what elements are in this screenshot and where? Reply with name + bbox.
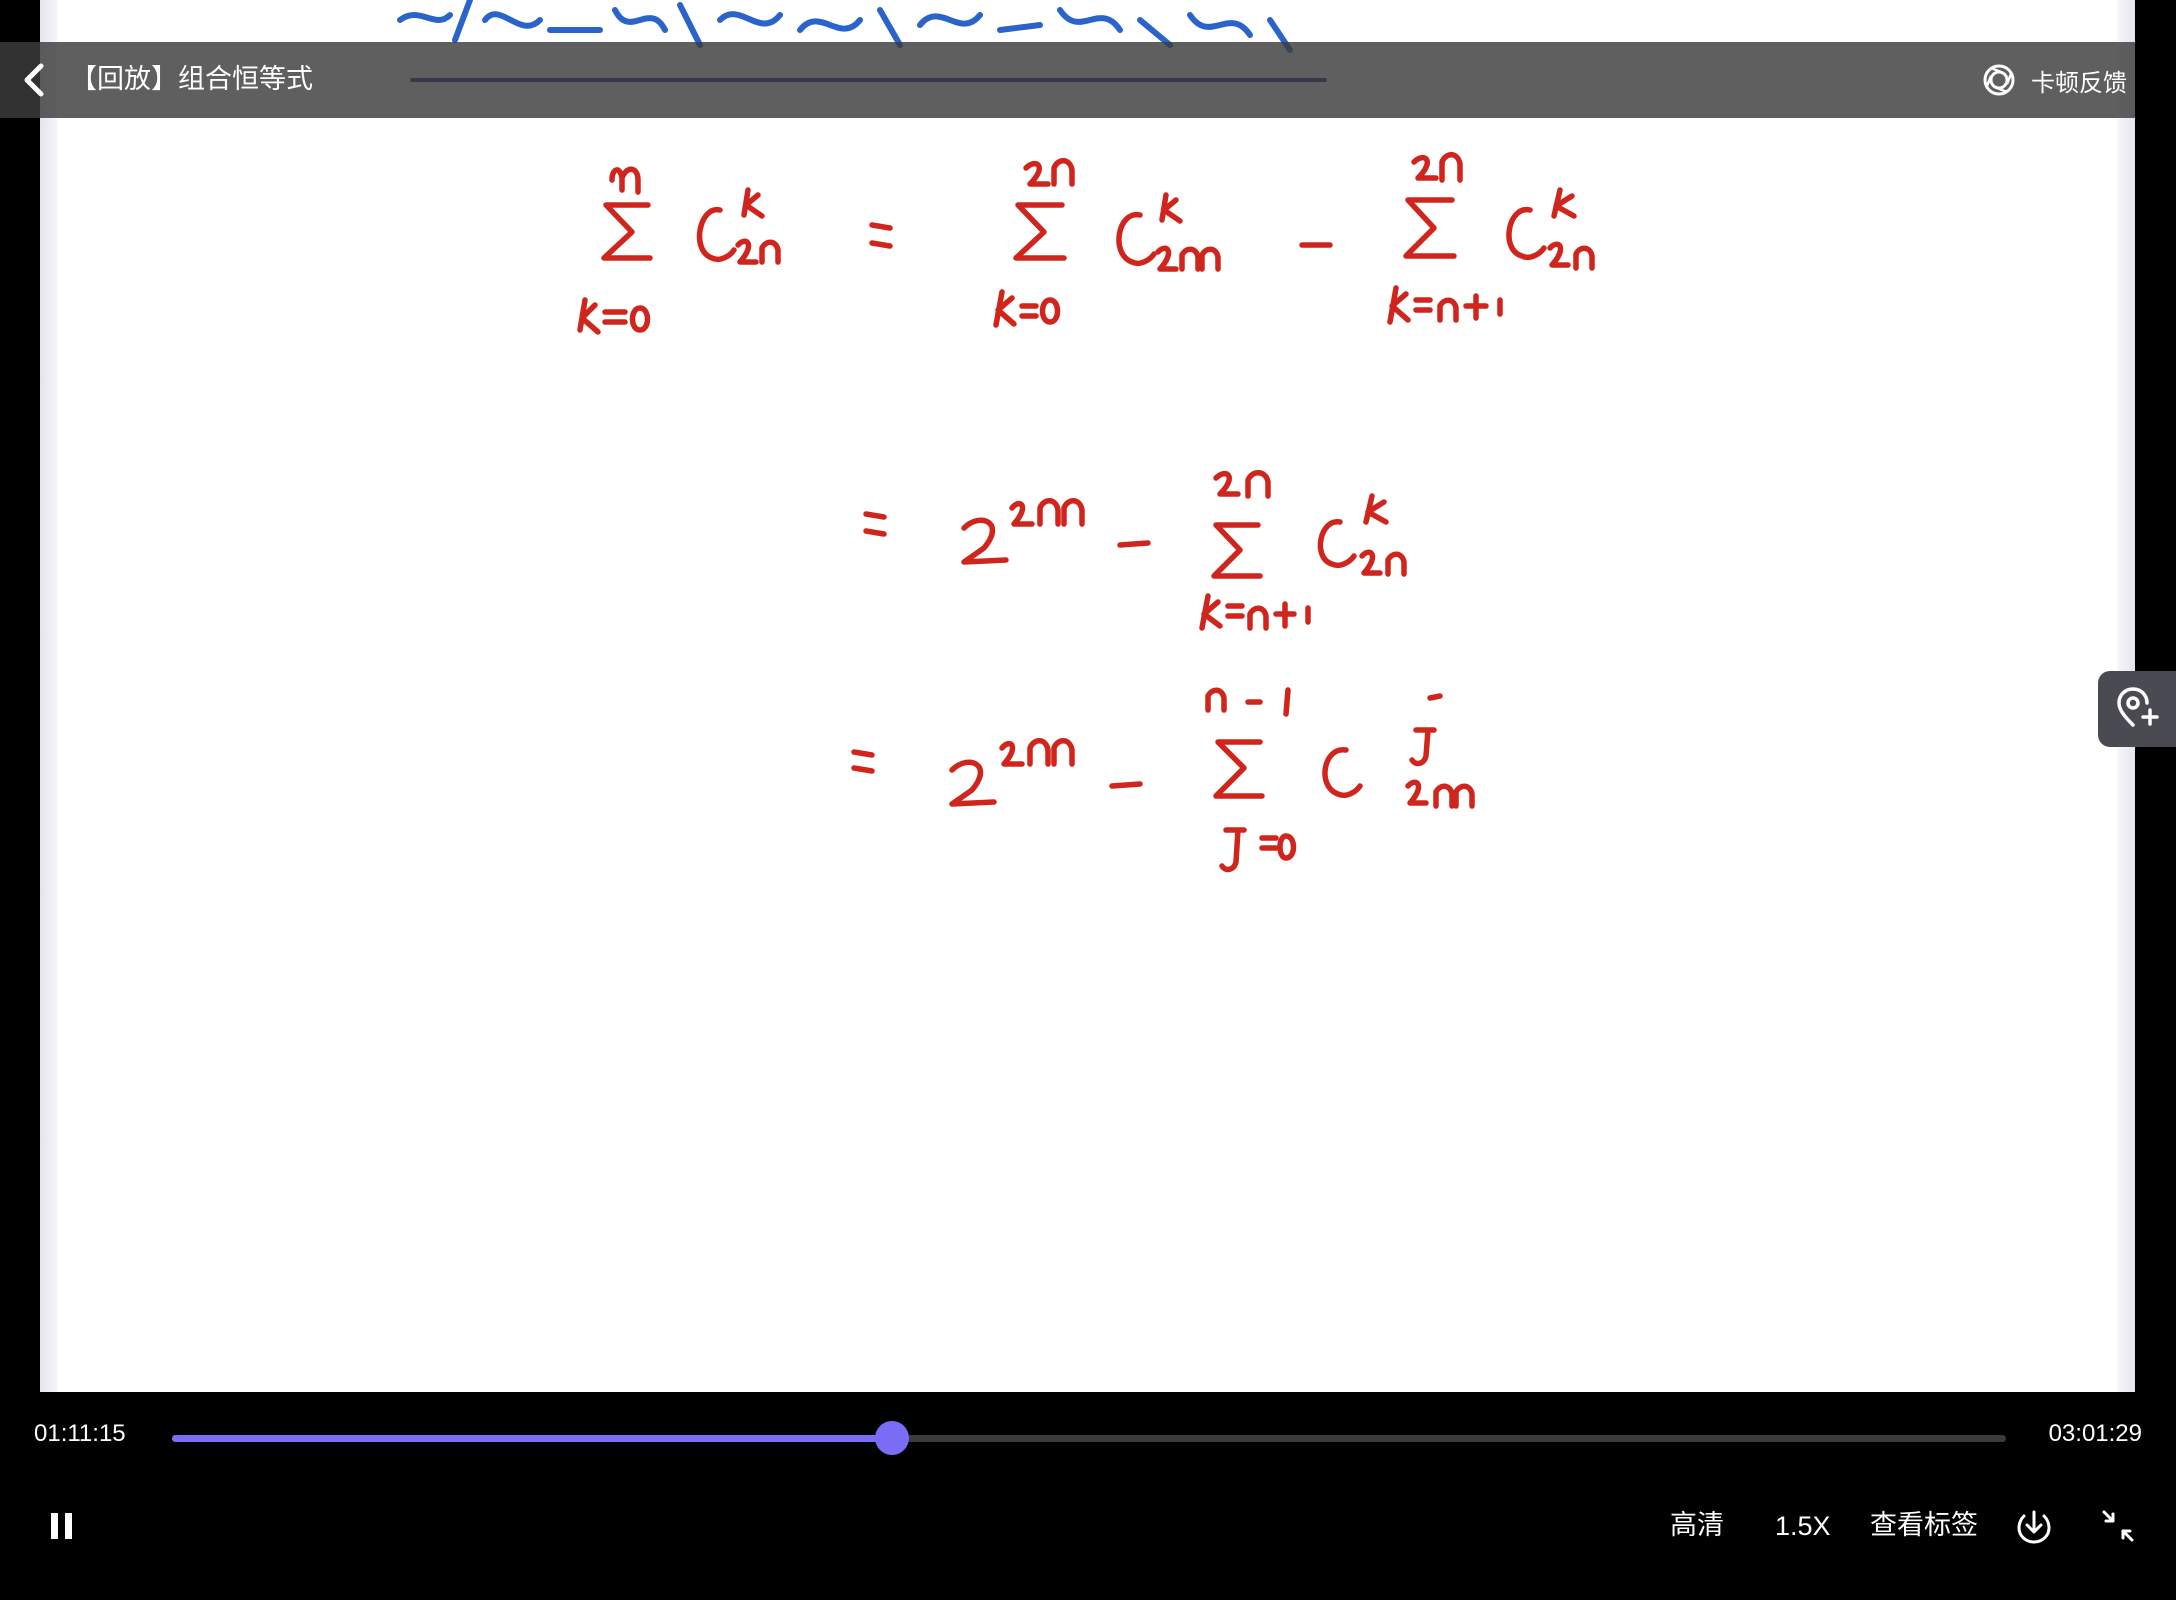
pause-icon bbox=[51, 1513, 72, 1539]
chevron-left-icon bbox=[24, 63, 44, 97]
pause-button[interactable] bbox=[44, 1504, 80, 1548]
controls-row: 高清 1.5X 查看标签 bbox=[0, 1486, 2176, 1566]
quality-button[interactable]: 高清 bbox=[1670, 1486, 1724, 1566]
progress-row: 01:11:15 03:01:29 bbox=[0, 1400, 2176, 1476]
equation-line-2 bbox=[863, 470, 1407, 631]
exit-fullscreen-button[interactable] bbox=[2096, 1504, 2140, 1548]
view-tags-button[interactable]: 查看标签 bbox=[1870, 1486, 1978, 1566]
pin-add-icon bbox=[2117, 687, 2159, 727]
feedback-label: 卡顿反馈 bbox=[2031, 68, 2127, 97]
current-time: 01:11:15 bbox=[34, 1420, 126, 1447]
handwritten-math bbox=[397, 0, 1595, 873]
equation-line-1 bbox=[577, 152, 1595, 335]
video-player: 【回放】组合恒等式 卡顿反馈 01:11:15 03:01:29 高清 1.5X… bbox=[0, 0, 2176, 1600]
camera-lens-icon bbox=[1979, 60, 2019, 100]
exit-fullscreen-icon bbox=[2102, 1510, 2134, 1542]
progress-bar[interactable] bbox=[172, 1421, 2006, 1455]
back-button[interactable] bbox=[14, 60, 54, 100]
video-title: 【回放】组合恒等式 bbox=[70, 64, 313, 95]
download-icon bbox=[2017, 1510, 2051, 1544]
speed-button[interactable]: 1.5X bbox=[1775, 1486, 1831, 1566]
equation-line-3 bbox=[851, 687, 1475, 873]
add-marker-button[interactable] bbox=[2098, 671, 2176, 747]
video-frame[interactable] bbox=[40, 0, 2135, 1392]
progress-thumb[interactable] bbox=[874, 1421, 909, 1455]
total-time: 03:01:29 bbox=[2048, 1420, 2142, 1447]
top-bar: 【回放】组合恒等式 卡顿反馈 bbox=[0, 42, 2135, 118]
progress-fill bbox=[172, 1435, 892, 1442]
download-button[interactable] bbox=[2012, 1504, 2056, 1548]
lag-feedback-button[interactable]: 卡顿反馈 bbox=[1979, 42, 2127, 118]
